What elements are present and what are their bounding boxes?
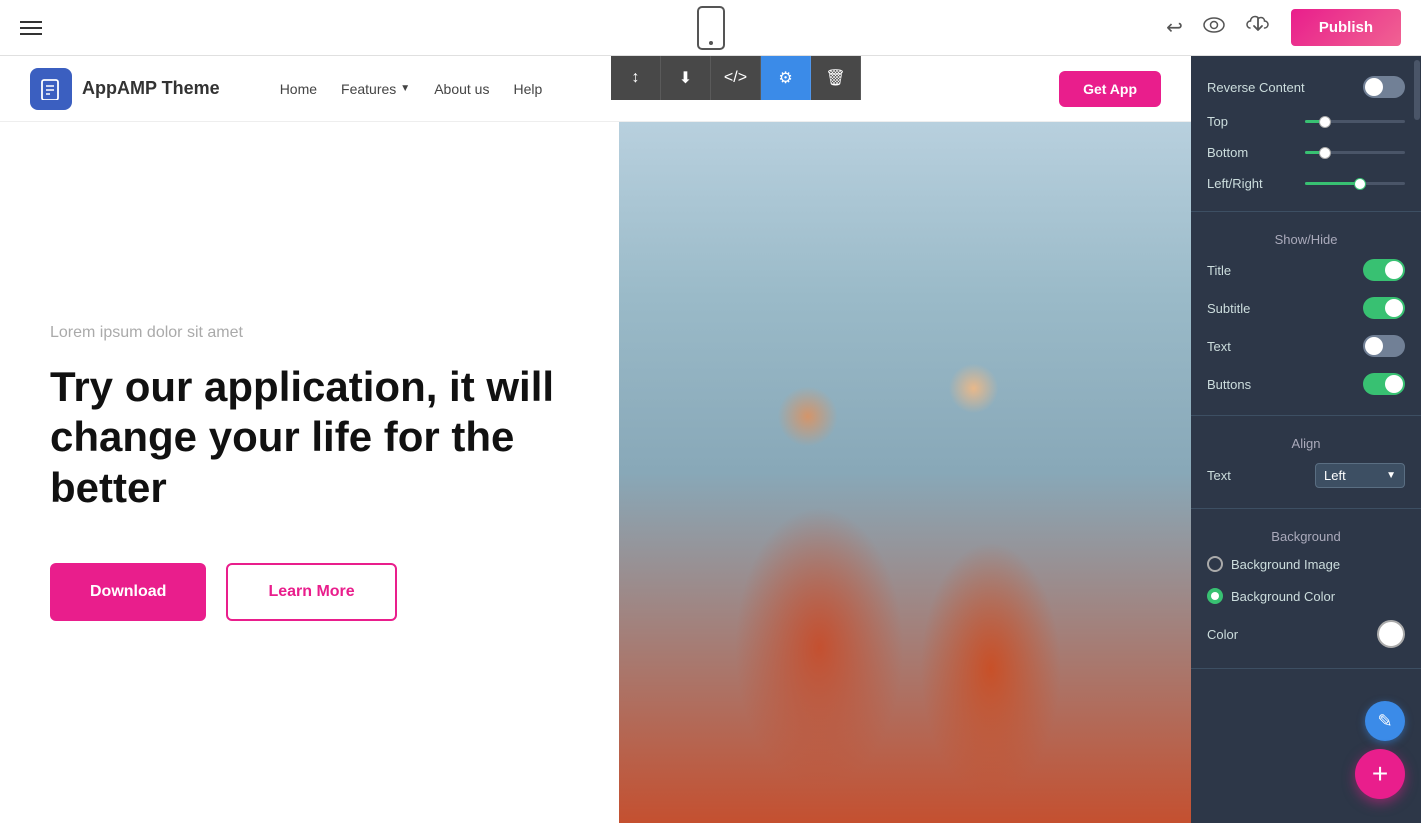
- align-text-row: Text Left ▼: [1207, 455, 1405, 496]
- left-right-slider[interactable]: [1305, 182, 1405, 185]
- align-dropdown[interactable]: Left ▼: [1315, 463, 1405, 488]
- main-area: AppAMP Theme Home Features ▼ About us He…: [0, 56, 1421, 823]
- bg-image-row: Background Image: [1207, 548, 1405, 580]
- sort-icon: ↕: [632, 69, 640, 87]
- download-icon: ⬇: [679, 68, 692, 88]
- hero-background-image: [619, 122, 1191, 823]
- align-text-label: Text: [1207, 468, 1231, 483]
- subtitle-toggle[interactable]: [1363, 297, 1405, 319]
- nav-logo-text: AppAMP Theme: [82, 78, 220, 99]
- bottom-label: Bottom: [1207, 145, 1248, 160]
- bg-image-radio[interactable]: [1207, 556, 1223, 572]
- nav-link-home[interactable]: Home: [280, 81, 317, 97]
- toolbar-center: [697, 6, 725, 50]
- align-dropdown-chevron: ▼: [1386, 470, 1396, 481]
- title-label: Title: [1207, 263, 1231, 278]
- code-icon: </>: [724, 69, 747, 87]
- bg-color-radio[interactable]: [1207, 588, 1223, 604]
- text-label: Text: [1207, 339, 1231, 354]
- nav-link-about[interactable]: About us: [434, 81, 489, 97]
- buttons-toggle[interactable]: [1363, 373, 1405, 395]
- toolbar-left: [20, 21, 42, 35]
- reverse-content-row: Reverse Content: [1207, 68, 1405, 106]
- bottom-slider[interactable]: [1305, 151, 1405, 154]
- text-toggle[interactable]: [1363, 335, 1405, 357]
- menu-icon[interactable]: [20, 21, 42, 35]
- reverse-content-toggle[interactable]: [1363, 76, 1405, 98]
- features-chevron-icon: ▼: [400, 83, 410, 94]
- paint-icon: ✎: [1377, 711, 1392, 732]
- nav-link-help[interactable]: Help: [513, 81, 542, 97]
- color-row: Color: [1207, 612, 1405, 656]
- text-row: Text: [1207, 327, 1405, 365]
- code-action-button[interactable]: </>: [711, 56, 761, 100]
- delete-icon: 🗑: [825, 68, 845, 88]
- bg-image-label: Background Image: [1231, 557, 1405, 572]
- bg-color-label: Background Color: [1231, 589, 1405, 604]
- subtitle-row: Subtitle: [1207, 289, 1405, 327]
- reverse-content-label: Reverse Content: [1207, 80, 1305, 95]
- title-toggle[interactable]: [1363, 259, 1405, 281]
- subtitle-label: Subtitle: [1207, 301, 1250, 316]
- download-button[interactable]: Download: [50, 563, 206, 621]
- hero-left: Lorem ipsum dolor sit amet Try our appli…: [0, 122, 619, 823]
- publish-button[interactable]: Publish: [1291, 9, 1401, 46]
- align-section: Align Text Left ▼: [1191, 416, 1421, 509]
- nav-cta-button[interactable]: Get App: [1059, 71, 1161, 107]
- color-label: Color: [1207, 627, 1238, 642]
- paint-fab-button[interactable]: ✎: [1365, 701, 1405, 741]
- reverse-content-section: Reverse Content Top Bottom: [1191, 56, 1421, 212]
- download-action-button[interactable]: ⬇: [661, 56, 711, 100]
- top-label: Top: [1207, 114, 1228, 129]
- add-icon: +: [1372, 758, 1388, 790]
- show-hide-section: Show/Hide Title Subtitle Text: [1191, 212, 1421, 416]
- toolbar-right: ↩ Publish: [1166, 9, 1401, 46]
- undo-icon[interactable]: ↩: [1166, 15, 1183, 40]
- buttons-row: Buttons: [1207, 365, 1405, 403]
- align-title: Align: [1207, 428, 1405, 455]
- hero-image: [619, 122, 1191, 823]
- phone-preview-icon[interactable]: [697, 6, 725, 50]
- preview-icon[interactable]: [1203, 16, 1225, 39]
- hero-title: Try our application, it will change your…: [50, 362, 569, 513]
- left-right-label: Left/Right: [1207, 176, 1263, 191]
- preview-area: AppAMP Theme Home Features ▼ About us He…: [0, 56, 1191, 823]
- settings-icon: ⚙: [778, 68, 792, 88]
- show-hide-title: Show/Hide: [1207, 224, 1405, 251]
- top-toolbar: ↩ Publish: [0, 0, 1421, 56]
- hero-buttons: Download Learn More: [50, 563, 569, 621]
- left-right-row: Left/Right: [1207, 168, 1405, 199]
- sort-action-button[interactable]: ↕: [611, 56, 661, 100]
- delete-action-button[interactable]: 🗑: [811, 56, 861, 100]
- title-row: Title: [1207, 251, 1405, 289]
- panel-action-bar: ↕ ⬇ </> ⚙ 🗑: [611, 56, 861, 100]
- preview-nav: AppAMP Theme Home Features ▼ About us He…: [0, 56, 1191, 122]
- color-swatch[interactable]: [1377, 620, 1405, 648]
- logo-icon: [30, 68, 72, 110]
- buttons-label: Buttons: [1207, 377, 1251, 392]
- hero-subtitle: Lorem ipsum dolor sit amet: [50, 324, 569, 342]
- nav-link-features[interactable]: Features ▼: [341, 81, 410, 97]
- settings-action-button[interactable]: ⚙: [761, 56, 811, 100]
- bg-color-row: Background Color: [1207, 580, 1405, 612]
- top-slider[interactable]: [1305, 120, 1405, 123]
- bottom-row: Bottom: [1207, 137, 1405, 168]
- panel-scrollbar[interactable]: [1413, 56, 1421, 823]
- hero-section: Lorem ipsum dolor sit amet Try our appli…: [0, 122, 1191, 823]
- add-fab-button[interactable]: +: [1355, 749, 1405, 799]
- learn-more-button[interactable]: Learn More: [226, 563, 396, 621]
- background-section: Background Background Image Background C…: [1191, 509, 1421, 669]
- cloud-publish-icon[interactable]: [1245, 14, 1271, 42]
- align-dropdown-value: Left: [1324, 468, 1346, 483]
- top-row: Top: [1207, 106, 1405, 137]
- nav-logo: AppAMP Theme: [30, 68, 220, 110]
- background-title: Background: [1207, 521, 1405, 548]
